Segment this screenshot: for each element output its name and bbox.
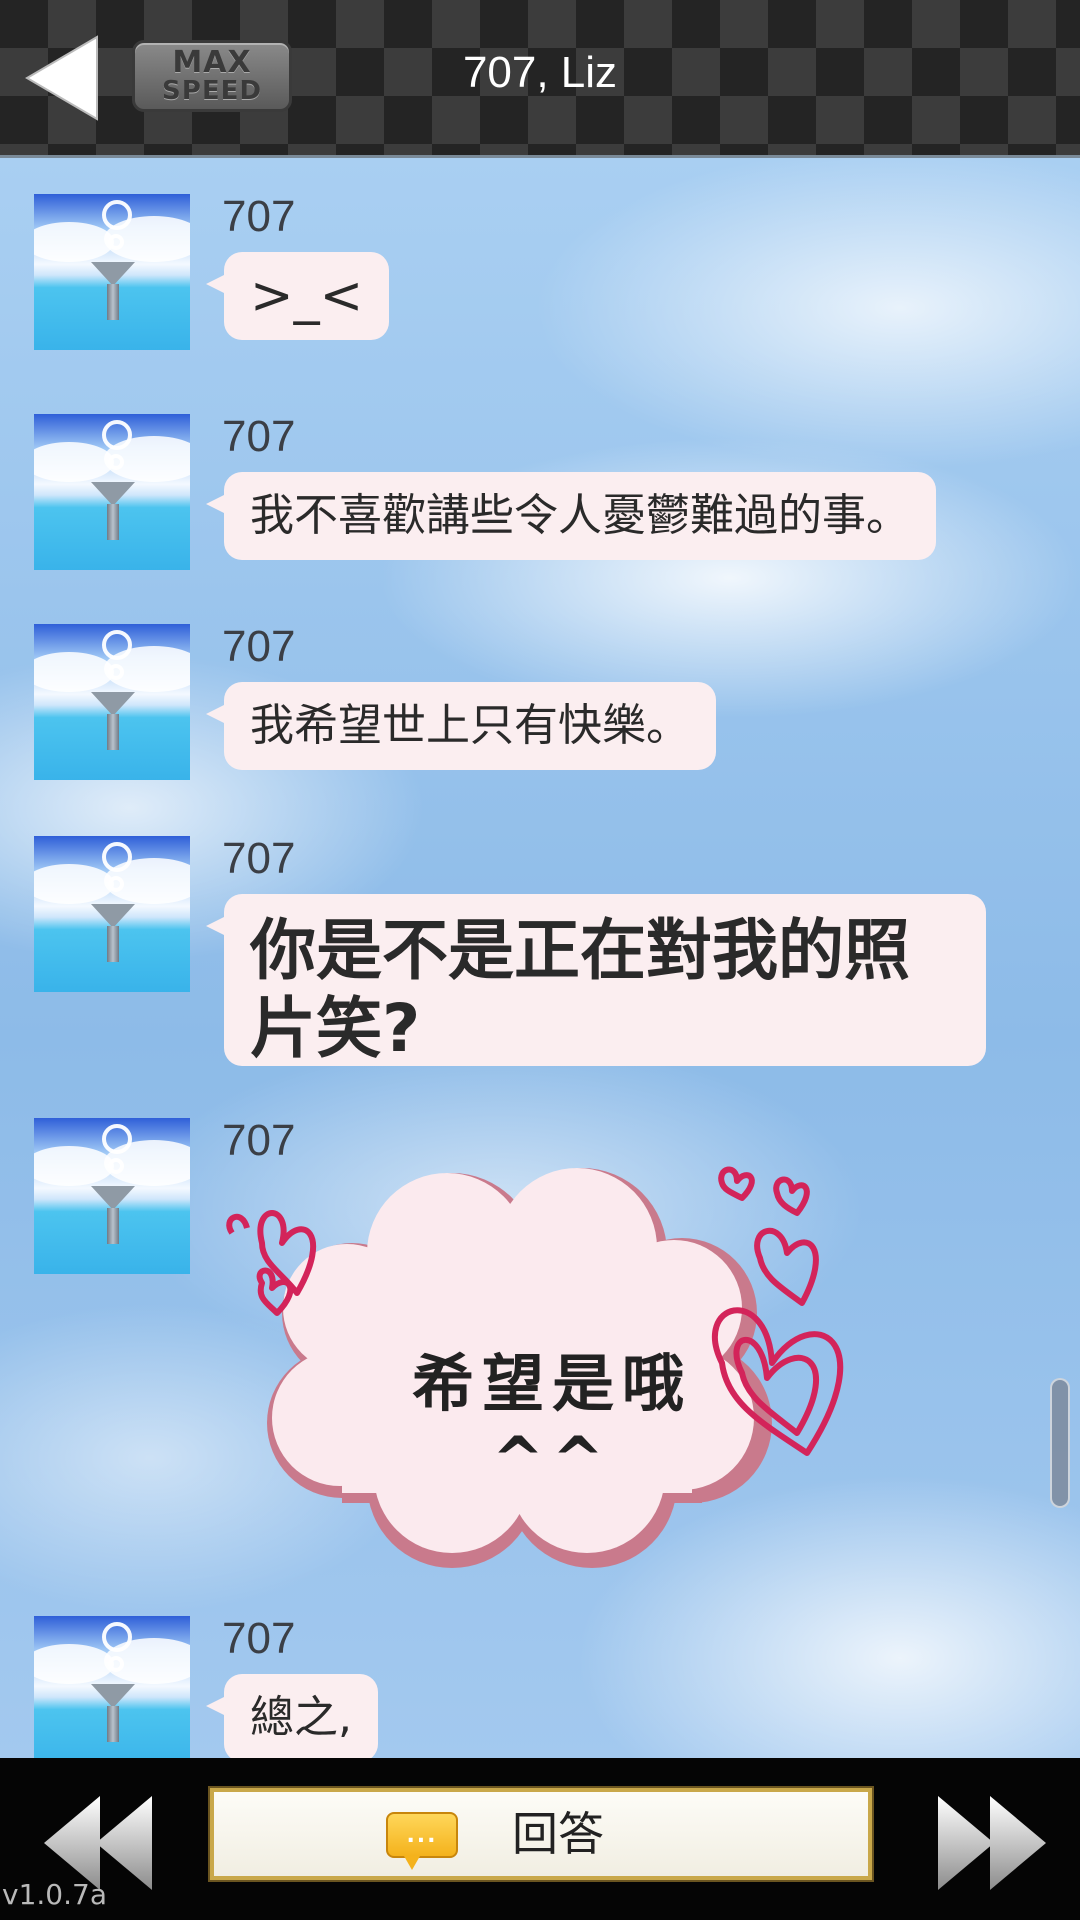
max-speed-label-line2: SPEED xyxy=(162,76,262,106)
sender-name: 707 xyxy=(222,834,296,883)
speech-bubble-icon: ... xyxy=(386,1812,458,1870)
message-bubble: 我不喜歡講些令人憂鬱難過的事。 xyxy=(206,472,936,560)
reply-label: 回答 xyxy=(512,1807,604,1861)
sticker-text: 希望是哦 ^^ xyxy=(411,1347,692,1496)
message-bubble: >_< xyxy=(205,252,390,340)
sender-name: 707 xyxy=(222,1614,296,1663)
chat-area[interactable]: 707 >_< 707 我不喜歡講些令人憂鬱難過的事。 707 我希望世上只有快… xyxy=(0,158,1080,1758)
avatar[interactable] xyxy=(34,194,190,350)
chat-header: MAX SPEED 707, Liz xyxy=(0,0,1080,158)
sender-name: 707 xyxy=(222,412,296,461)
avatar[interactable] xyxy=(34,836,190,992)
message-bubble: 你是不是正在對我的照片笑? xyxy=(206,894,986,1067)
sender-name: 707 xyxy=(222,192,296,241)
reply-button[interactable]: ... 回答 xyxy=(210,1788,872,1880)
message-bubble: 總之, xyxy=(206,1674,378,1758)
avatar[interactable] xyxy=(34,624,190,780)
max-speed-label-line1: MAX xyxy=(172,45,252,80)
fast-forward-button[interactable] xyxy=(930,1788,1050,1898)
avatar[interactable] xyxy=(34,1118,190,1274)
sender-name: 707 xyxy=(222,622,296,671)
avatar[interactable] xyxy=(34,414,190,570)
max-speed-button[interactable]: MAX SPEED xyxy=(132,40,292,112)
scrollbar-thumb[interactable] xyxy=(1050,1378,1070,1508)
avatar[interactable] xyxy=(34,1616,190,1758)
chat-title: 707, Liz xyxy=(462,48,618,97)
version-label: v1.0.7a xyxy=(2,1878,107,1911)
fast-forward-icon xyxy=(938,1796,1046,1890)
message-bubble: 我希望世上只有快樂。 xyxy=(206,682,716,770)
triangle-left-icon xyxy=(25,35,98,121)
sender-name: 707 xyxy=(222,1116,296,1165)
back-button[interactable] xyxy=(18,30,104,126)
chat-footer: ... 回答 xyxy=(0,1758,1080,1920)
cloud-sticker: 希望是哦 ^^ xyxy=(222,1163,882,1583)
